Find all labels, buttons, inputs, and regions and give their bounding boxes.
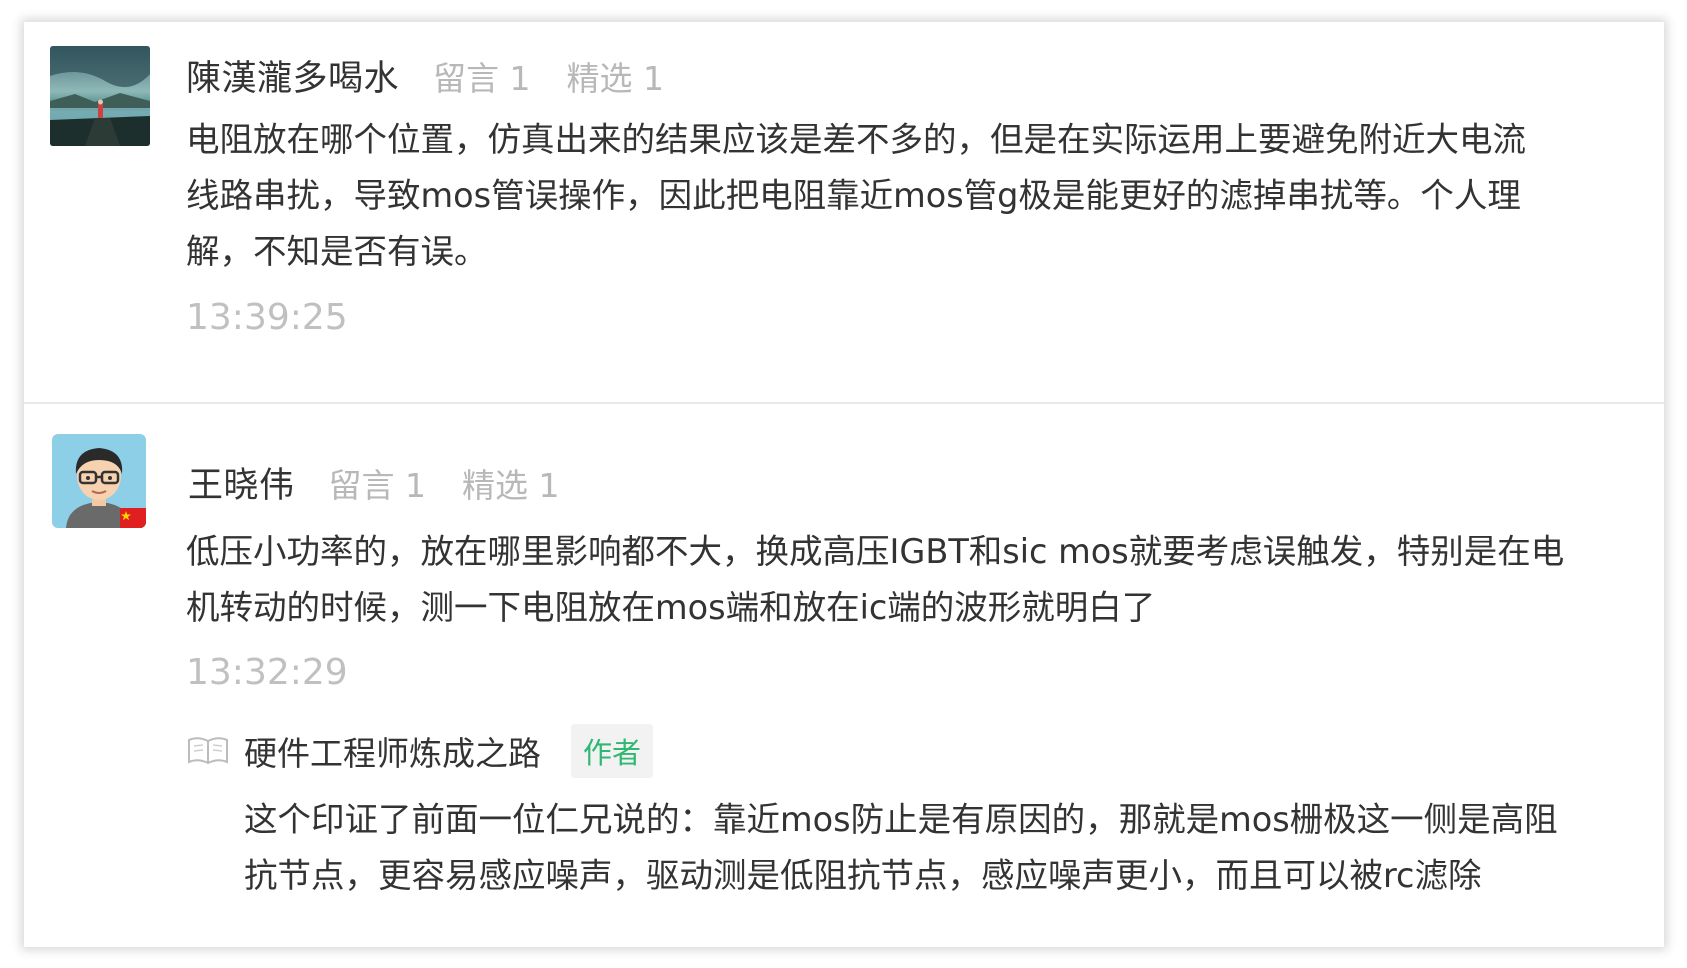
reply-author-name[interactable]: 硬件工程师炼成之路 [244,727,541,775]
reply-line: 这个印证了前面一位仁兄说的：靠近mos防止是有原因的，那就是mos栅极这一侧是高… [244,800,1558,839]
featured-count: 精选 1 [566,59,665,98]
comment-content: 电阻放在哪个位置，仿真出来的结果应该是差不多的，但是在实际运用上要避免附近大电流… [186,112,1526,280]
comment-line: 解，不知是否有误。 [186,232,488,271]
comment-line: 机转动的时候，测一下电阻放在mos端和放在ic端的波形就明白了 [186,588,1156,627]
reply-header: 硬件工程师炼成之路 作者 [186,724,1558,778]
cartoon-person-avatar-icon[interactable] [52,434,146,528]
message-count: 留言 1 [433,59,531,98]
comment-item: 王晓伟 留言 1 精选 1 低压小功率的，放在哪里影响都不大，换成高压IGBT和… [24,404,1664,944]
comment-content: 低压小功率的，放在哪里影响都不大，换成高压IGBT和sic mos就要考虑误触发… [186,524,1564,636]
comment-time: 13:32:29 [186,652,348,693]
comment-header: 王晓伟 留言 1 精选 1 [188,457,596,508]
nickname[interactable]: 陳漢瀧多喝水 [186,50,399,101]
comment-time: 13:39:25 [186,297,348,338]
comment-item: 陳漢瀧多喝水 留言 1 精选 1 电阻放在哪个位置，仿真出来的结果应该是差不多的… [24,22,1664,402]
author-badge: 作者 [571,724,654,778]
comment-line: 低压小功率的，放在哪里影响都不大，换成高压IGBT和sic mos就要考虑误触发… [186,532,1565,571]
comment-panel: 陳漢瀧多喝水 留言 1 精选 1 电阻放在哪个位置，仿真出来的结果应该是差不多的… [24,22,1664,947]
reply-content: 这个印证了前面一位仁兄说的：靠近mos防止是有原因的，那就是mos栅极这一侧是高… [244,792,1558,904]
nickname[interactable]: 王晓伟 [188,457,295,508]
landscape-avatar-icon[interactable] [50,46,150,146]
book-icon [186,734,230,768]
author-reply: 硬件工程师炼成之路 作者 这个印证了前面一位仁兄说的：靠近mos防止是有原因的，… [186,724,1558,904]
comment-header: 陳漢瀧多喝水 留言 1 精选 1 [186,50,700,101]
comment-line: 电阻放在哪个位置，仿真出来的结果应该是差不多的，但是在实际运用上要避免附近大电流 [186,120,1526,159]
message-count: 留言 1 [328,466,427,505]
china-flag-icon [120,508,146,528]
reply-line: 抗节点，更容易感应噪声，驱动测是低阻抗节点，感应噪声更小，而且可以被rc滤除 [244,856,1482,895]
comment-line: 线路串扰，导致mos管误操作，因此把电阻靠近mos管g极是能更好的滤掉串扰等。个… [186,176,1521,215]
featured-count: 精选 1 [462,466,560,505]
